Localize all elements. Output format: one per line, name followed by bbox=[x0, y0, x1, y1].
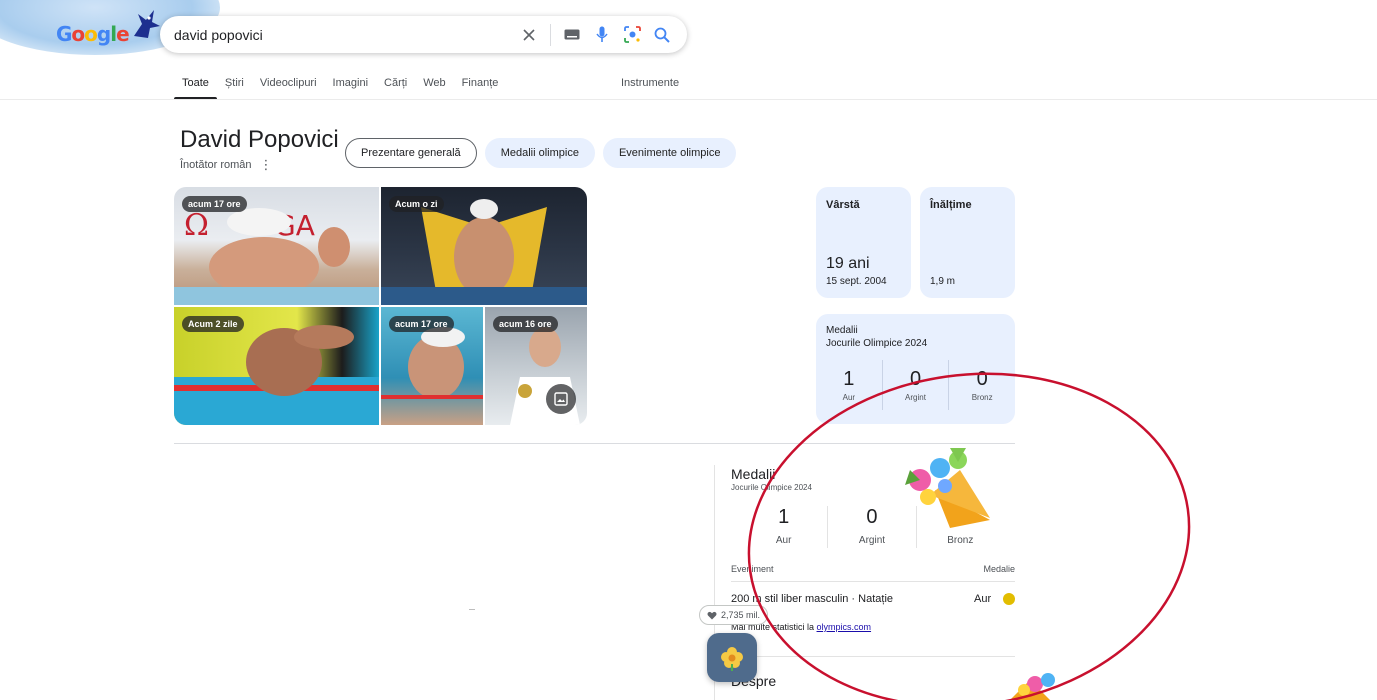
chip-olympic-medals[interactable]: Medalii olimpice bbox=[484, 138, 595, 168]
event-column-header: Eveniment bbox=[731, 564, 774, 574]
medals-card[interactable]: Medalii Jocurile Olimpice 2024 1 Aur 0 A… bbox=[816, 314, 1015, 424]
section-divider bbox=[174, 443, 1015, 444]
panel-bronze: 0 Bronz bbox=[915, 506, 1004, 548]
medals-card-title-block: Medalii Jocurile Olimpice 2024 bbox=[826, 324, 927, 350]
like-button[interactable]: 2,735 mil. bbox=[699, 605, 769, 625]
image-thumbnail[interactable]: Acum o zi bbox=[381, 187, 587, 305]
flower-icon bbox=[721, 646, 743, 671]
more-images-icon[interactable] bbox=[546, 384, 576, 414]
bronze-count-value: 0 bbox=[976, 368, 988, 390]
height-label: Înălțime bbox=[930, 199, 972, 211]
entity-title: David Popovici bbox=[180, 126, 339, 153]
gold-count-value: 1 bbox=[843, 368, 855, 390]
decorative-dash bbox=[469, 609, 475, 610]
medals-panel-counts: 1 Aur 0 Argint 0 Bronz bbox=[740, 506, 1004, 548]
lens-icon[interactable] bbox=[617, 20, 647, 50]
gold-count-label: Aur bbox=[842, 393, 856, 402]
tab-books[interactable]: Cărți bbox=[376, 68, 415, 100]
gold-count: 1 Aur bbox=[816, 360, 882, 410]
table-row[interactable]: 200 m stil liber masculin · Natație Aur bbox=[731, 593, 1015, 605]
panel-bronze-label: Bronz bbox=[947, 535, 974, 546]
events-table-header: Eveniment Medalie bbox=[731, 564, 1015, 574]
chip-overview[interactable]: Prezentare generală bbox=[345, 138, 477, 168]
svg-text:Ω: Ω bbox=[184, 208, 209, 243]
entity-subtitle: Înotător român bbox=[180, 159, 252, 171]
tab-news[interactable]: Știri bbox=[217, 68, 252, 100]
height-card[interactable]: Înălțime 1,9 m bbox=[920, 187, 1015, 298]
tab-all[interactable]: Toate bbox=[174, 68, 217, 100]
microphone-icon[interactable] bbox=[587, 20, 617, 50]
panel-silver-label: Argint bbox=[858, 535, 886, 546]
search-input[interactable] bbox=[174, 26, 514, 43]
image-time-badge: acum 17 ore bbox=[182, 196, 247, 212]
medals-panel-subtitle: Jocurile Olimpice 2024 bbox=[731, 483, 812, 492]
panel-silver: 0 Argint bbox=[827, 506, 915, 548]
search-actions bbox=[514, 16, 677, 53]
age-label: Vârstă bbox=[826, 199, 860, 211]
events-table-divider bbox=[731, 581, 1015, 582]
image-thumbnail[interactable]: Acum 2 zile bbox=[174, 307, 379, 425]
chip-olympic-events[interactable]: Evenimente olimpice bbox=[602, 138, 737, 168]
panel-gold-label: Aur bbox=[775, 535, 792, 546]
search-box[interactable] bbox=[160, 16, 687, 53]
silver-count-label: Argint bbox=[905, 393, 926, 402]
height-value: 1,9 m bbox=[930, 276, 956, 287]
image-time-badge: Acum 2 zile bbox=[182, 316, 244, 332]
panel-gold: 1 Aur bbox=[740, 506, 827, 548]
medal-column-header: Medalie bbox=[983, 564, 1015, 574]
google-logo: Google bbox=[56, 22, 130, 46]
entity-chips: Prezentare generală Medalii olimpice Eve… bbox=[345, 138, 737, 168]
bouquet-icon bbox=[1010, 673, 1055, 700]
doodle-bird-icon bbox=[134, 10, 160, 38]
image-grid: Ω GA acum 17 ore Acum o zi Acum 2 zile a… bbox=[174, 187, 587, 425]
tab-images[interactable]: Imagini bbox=[325, 68, 376, 100]
silver-count: 0 Argint bbox=[881, 360, 949, 410]
silver-count-value: 0 bbox=[909, 368, 922, 390]
like-count: 2,735 mil. bbox=[721, 610, 761, 620]
image-time-badge: Acum o zi bbox=[389, 196, 444, 212]
age-value: 19 ani bbox=[826, 255, 870, 272]
gold-medal-icon bbox=[1003, 593, 1015, 605]
olympics-link[interactable]: olympics.com bbox=[817, 622, 872, 632]
keyboard-icon[interactable] bbox=[557, 20, 587, 50]
about-divider bbox=[731, 656, 1015, 657]
panel-gold-value: 1 bbox=[778, 506, 790, 528]
heart-icon bbox=[707, 611, 717, 619]
flower-reaction-button[interactable] bbox=[707, 633, 757, 682]
panel-silver-value: 0 bbox=[866, 506, 878, 528]
entity-subtitle-row: Înotător român ⋮ bbox=[180, 157, 273, 173]
medals-panel-title: Medalii bbox=[731, 466, 776, 482]
more-options-icon[interactable]: ⋮ bbox=[260, 157, 273, 173]
image-thumbnail[interactable]: Ω GA acum 17 ore bbox=[174, 187, 379, 305]
age-card[interactable]: Vârstă 19 ani 15 sept. 2004 bbox=[816, 187, 911, 298]
tools-button[interactable]: Instrumente bbox=[621, 77, 679, 89]
bronze-count: 0 Bronz bbox=[948, 360, 1015, 410]
medals-card-counts: 1 Aur 0 Argint 0 Bronz bbox=[816, 360, 1015, 410]
search-tabs: Toate Știri Videoclipuri Imagini Cărți W… bbox=[174, 68, 506, 100]
clear-icon[interactable] bbox=[514, 20, 544, 50]
image-time-badge: acum 17 ore bbox=[389, 316, 454, 332]
tab-web[interactable]: Web bbox=[415, 68, 453, 100]
image-time-badge: acum 16 ore bbox=[493, 316, 558, 332]
event-name: 200 m stil liber masculin · Natație bbox=[731, 593, 894, 605]
image-thumbnail[interactable]: acum 16 ore bbox=[485, 307, 587, 425]
medals-card-subtitle: Jocurile Olimpice 2024 bbox=[826, 338, 928, 349]
tabs-divider bbox=[0, 99, 1377, 100]
tab-videos[interactable]: Videoclipuri bbox=[252, 68, 325, 100]
image-thumbnail[interactable]: acum 17 ore bbox=[381, 307, 483, 425]
event-medal: Aur bbox=[974, 593, 992, 605]
search-separator bbox=[550, 23, 551, 46]
birth-date: 15 sept. 2004 bbox=[826, 276, 887, 287]
panel-bronze-value: 0 bbox=[954, 506, 966, 528]
medals-card-title: Medalii bbox=[826, 325, 858, 336]
search-icon[interactable] bbox=[647, 20, 677, 50]
tab-finance[interactable]: Finanțe bbox=[454, 68, 507, 100]
bronze-count-label: Bronz bbox=[971, 393, 993, 402]
